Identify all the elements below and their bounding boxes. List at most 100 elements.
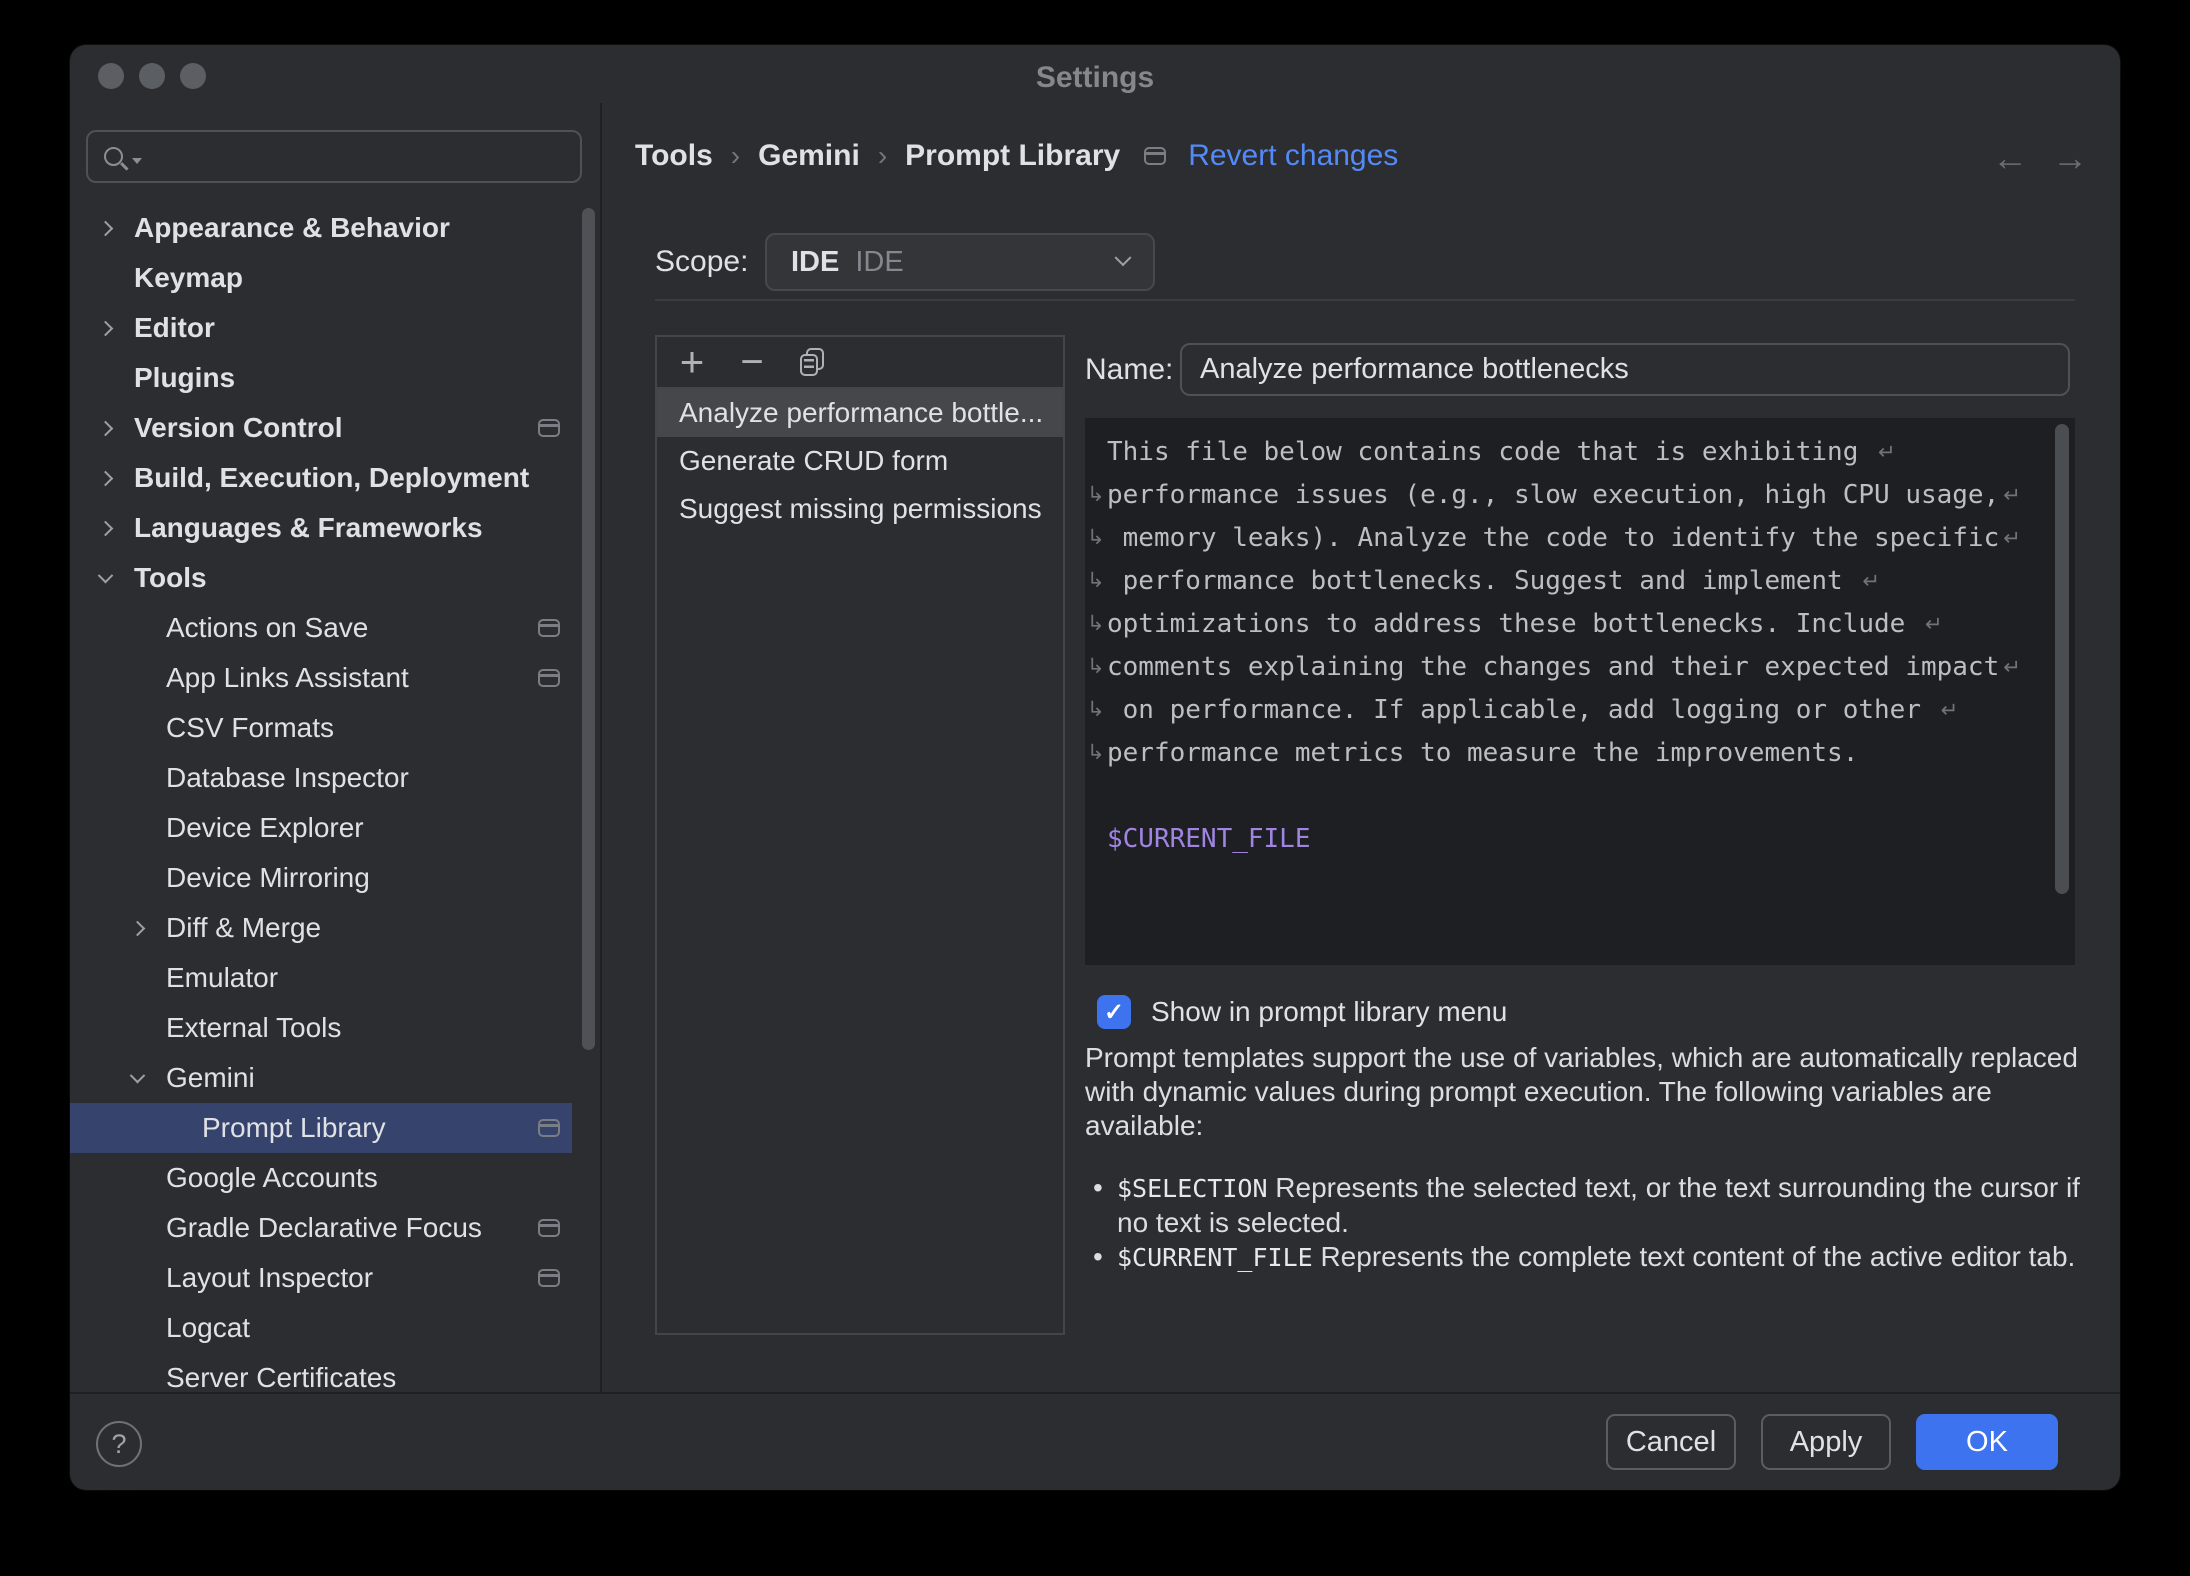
sidebar-item-label: Server Certificates bbox=[70, 1362, 396, 1394]
sidebar-item-label: Logcat bbox=[70, 1312, 250, 1344]
footer-divider bbox=[70, 1392, 2120, 1394]
sidebar-item-label: Google Accounts bbox=[70, 1162, 378, 1194]
sidebar-item-label: Appearance & Behavior bbox=[70, 212, 450, 244]
sidebar-item-label: Layout Inspector bbox=[70, 1262, 373, 1294]
add-prompt-button[interactable]: + bbox=[677, 344, 707, 380]
soft-wrap-indicator-icon: ↵ bbox=[1925, 612, 1943, 636]
prompt-item-suggest-missing-permissions[interactable]: Suggest missing permissions bbox=[657, 485, 1063, 533]
variable-token: $CURRENT_FILE bbox=[1107, 824, 1311, 854]
sidebar-divider bbox=[600, 103, 602, 1392]
variable-name: $SELECTION bbox=[1117, 1174, 1268, 1203]
help-button[interactable]: ? bbox=[96, 1421, 142, 1467]
settings-search[interactable] bbox=[86, 130, 582, 183]
prompt-list-toolbar: + − bbox=[657, 337, 1063, 389]
sidebar-item-label: External Tools bbox=[70, 1012, 341, 1044]
sidebar-item-database-inspector[interactable]: Database Inspector bbox=[70, 753, 572, 803]
section-divider bbox=[655, 299, 2075, 301]
search-input[interactable] bbox=[142, 132, 580, 181]
sidebar-item-layout-inspector[interactable]: Layout Inspector bbox=[70, 1253, 572, 1303]
sidebar-item-tools[interactable]: Tools bbox=[70, 553, 572, 603]
editor-text: performance metrics to measure the impro… bbox=[1107, 738, 1858, 768]
breadcrumb-item-gemini[interactable]: Gemini bbox=[758, 139, 860, 173]
sidebar-scrollbar[interactable] bbox=[582, 208, 595, 1050]
sidebar-item-label: Actions on Save bbox=[70, 612, 368, 644]
soft-wrap-indicator-icon: ↳ bbox=[1087, 481, 1105, 505]
soft-wrap-indicator-icon: ↳ bbox=[1087, 739, 1105, 763]
soft-wrap-indicator-icon: ↳ bbox=[1087, 696, 1105, 720]
soft-wrap-indicator-icon: ↳ bbox=[1087, 610, 1105, 634]
revert-changes-link[interactable]: Revert changes bbox=[1188, 139, 1398, 173]
sidebar-item-external-tools[interactable]: External Tools bbox=[70, 1003, 572, 1053]
forward-arrow-icon[interactable]: → bbox=[2052, 137, 2088, 179]
soft-wrap-indicator-icon: ↳ bbox=[1087, 567, 1105, 591]
sidebar-item-gradle-declarative-focus[interactable]: Gradle Declarative Focus bbox=[70, 1203, 572, 1253]
sidebar-item-device-explorer[interactable]: Device Explorer bbox=[70, 803, 572, 853]
editor-text: performance bottlenecks. Suggest and imp… bbox=[1107, 566, 1858, 596]
breadcrumb-item-prompt-library[interactable]: Prompt Library bbox=[905, 139, 1120, 173]
show-in-menu-label: Show in prompt library menu bbox=[1151, 996, 1507, 1028]
editor-line: $CURRENT_FILE bbox=[1085, 817, 2075, 860]
modified-indicator-icon bbox=[538, 419, 560, 437]
remove-prompt-button[interactable]: − bbox=[737, 344, 767, 380]
sidebar-item-diff-merge[interactable]: Diff & Merge bbox=[70, 903, 572, 953]
editor-line: ↳ memory leaks). Analyze the code to ide… bbox=[1085, 516, 2075, 559]
sidebar-item-device-mirroring[interactable]: Device Mirroring bbox=[70, 853, 572, 903]
chevron-down-icon bbox=[1115, 249, 1132, 266]
prompt-item-analyze-performance-bottle[interactable]: Analyze performance bottle... bbox=[657, 389, 1063, 437]
sidebar-item-actions-on-save[interactable]: Actions on Save bbox=[70, 603, 572, 653]
prompt-template-editor[interactable]: This file below contains code that is ex… bbox=[1085, 418, 2075, 965]
prompt-item-generate-crud-form[interactable]: Generate CRUD form bbox=[657, 437, 1063, 485]
sidebar-item-label: Gradle Declarative Focus bbox=[70, 1212, 482, 1244]
editor-text: optimizations to address these bottlenec… bbox=[1107, 609, 1921, 639]
soft-wrap-indicator-icon: ↵ bbox=[2003, 526, 2021, 550]
sidebar-item-label: Prompt Library bbox=[70, 1112, 386, 1144]
sidebar-item-appearance-behavior[interactable]: Appearance & Behavior bbox=[70, 203, 572, 253]
history-nav: ← → bbox=[1992, 137, 2088, 179]
editor-line: This file below contains code that is ex… bbox=[1085, 430, 2075, 473]
sidebar-item-label: Diff & Merge bbox=[70, 912, 321, 944]
sidebar-item-editor[interactable]: Editor bbox=[70, 303, 572, 353]
sidebar: Appearance & Behavior Keymap Editor Plugins… bbox=[70, 45, 600, 1392]
ok-button[interactable]: OK bbox=[1916, 1414, 2058, 1470]
sidebar-item-app-links-assistant[interactable]: App Links Assistant bbox=[70, 653, 572, 703]
sidebar-item-keymap[interactable]: Keymap bbox=[70, 253, 572, 303]
editor-text: on performance. If applicable, add loggi… bbox=[1107, 695, 1937, 725]
variables-list: $SELECTION Represents the selected text,… bbox=[1085, 1171, 2095, 1275]
modified-indicator-icon bbox=[538, 1219, 560, 1237]
show-in-menu-checkbox[interactable]: ✓ bbox=[1097, 995, 1131, 1029]
editor-line: ↳ on performance. If applicable, add log… bbox=[1085, 688, 2075, 731]
sidebar-item-label: Gemini bbox=[70, 1062, 255, 1094]
sidebar-item-logcat[interactable]: Logcat bbox=[70, 1303, 572, 1353]
sidebar-item-csv-formats[interactable]: CSV Formats bbox=[70, 703, 572, 753]
modified-indicator-icon bbox=[1144, 147, 1166, 165]
modified-indicator-icon bbox=[538, 619, 560, 637]
sidebar-item-languages-frameworks[interactable]: Languages & Frameworks bbox=[70, 503, 572, 553]
sidebar-item-plugins[interactable]: Plugins bbox=[70, 353, 572, 403]
prompt-list-panel: + − Analyze performance bottle...Generat… bbox=[655, 335, 1065, 1335]
sidebar-item-emulator[interactable]: Emulator bbox=[70, 953, 572, 1003]
sidebar-item-version-control[interactable]: Version Control bbox=[70, 403, 572, 453]
sidebar-item-label: Emulator bbox=[70, 962, 278, 994]
copy-icon bbox=[800, 348, 824, 376]
breadcrumb-item-tools[interactable]: Tools bbox=[635, 139, 713, 173]
editor-line: ↳comments explaining the changes and the… bbox=[1085, 645, 2075, 688]
back-arrow-icon[interactable]: ← bbox=[1992, 137, 2028, 179]
settings-tree: Appearance & Behavior Keymap Editor Plugins… bbox=[70, 203, 600, 1403]
apply-button[interactable]: Apply bbox=[1761, 1414, 1891, 1470]
show-in-menu-row: ✓ Show in prompt library menu bbox=[1097, 995, 1507, 1029]
sidebar-item-prompt-library[interactable]: Prompt Library bbox=[70, 1103, 572, 1153]
name-input[interactable] bbox=[1180, 343, 2070, 396]
cancel-button[interactable]: Cancel bbox=[1606, 1414, 1736, 1470]
modified-indicator-icon bbox=[538, 1269, 560, 1287]
sidebar-item-label: Tools bbox=[70, 562, 207, 594]
duplicate-prompt-button[interactable] bbox=[797, 344, 827, 380]
sidebar-item-label: Editor bbox=[70, 312, 215, 344]
sidebar-item-server-certificates[interactable]: Server Certificates bbox=[70, 1353, 572, 1403]
sidebar-item-label: Plugins bbox=[70, 362, 235, 394]
scope-select[interactable]: IDE IDE bbox=[765, 233, 1155, 291]
soft-wrap-indicator-icon: ↵ bbox=[1862, 569, 1880, 593]
sidebar-item-build-execution-deployment[interactable]: Build, Execution, Deployment bbox=[70, 453, 572, 503]
sidebar-item-google-accounts[interactable]: Google Accounts bbox=[70, 1153, 572, 1203]
breadcrumb-separator: › bbox=[731, 140, 740, 172]
sidebar-item-gemini[interactable]: Gemini bbox=[70, 1053, 572, 1103]
